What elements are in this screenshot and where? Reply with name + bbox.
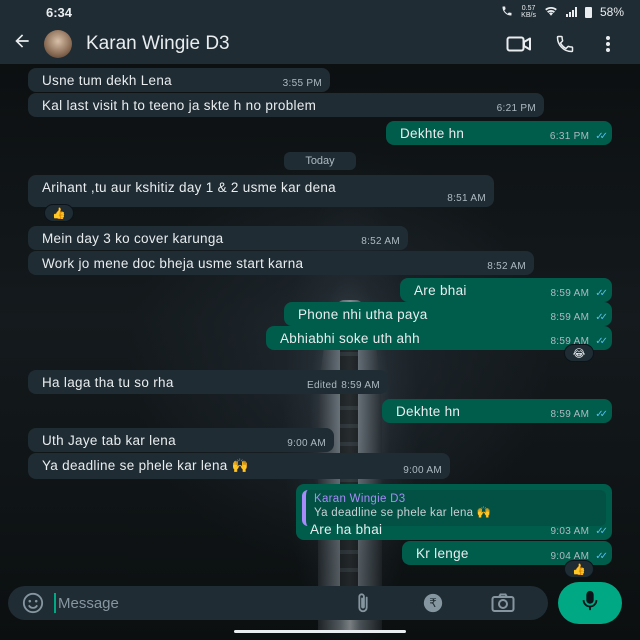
day-separator: Today xyxy=(284,152,356,170)
message-time: 8:59 AM xyxy=(550,288,590,299)
back-arrow-icon[interactable] xyxy=(12,31,42,57)
message-meta: 9:00 AM xyxy=(403,465,442,476)
status-bar: 6:34 0.57 KB/s 58% xyxy=(0,0,640,24)
message-incoming[interactable]: Ha laga tha tu so rha Edited 8:59 AM xyxy=(28,370,388,394)
message-incoming[interactable]: Uth Jaye tab kar lena 9:00 AM xyxy=(28,428,334,452)
net-speed-value: 0.57 xyxy=(521,5,536,12)
compose-bar: ₹ xyxy=(8,586,548,620)
wifi-icon xyxy=(544,5,558,19)
message-text: Are bhai xyxy=(414,283,467,298)
status-time: 6:34 xyxy=(46,4,73,20)
message-meta: 8:59 AM ✓✓ xyxy=(550,288,608,299)
read-ticks-icon: ✓✓ xyxy=(595,336,608,347)
message-meta: 8:52 AM xyxy=(361,236,400,247)
message-outgoing[interactable]: Dekhte hn 6:31 PM ✓✓ xyxy=(386,121,612,145)
message-text: Uth Jaye tab kar lena xyxy=(42,433,176,448)
phone-icon[interactable] xyxy=(542,34,588,54)
gesture-nav-bar[interactable] xyxy=(234,630,406,633)
mic-button[interactable] xyxy=(558,582,622,624)
message-list[interactable]: Usne tum dekh Lena 3:55 PM Kal last visi… xyxy=(0,64,640,584)
call-status-icon xyxy=(501,5,513,20)
net-speed-unit: KB/s xyxy=(521,12,536,19)
message-time: 8:52 AM xyxy=(487,261,526,272)
message-text: Phone nhi utha paya xyxy=(298,307,428,322)
message-time: 6:21 PM xyxy=(496,103,536,114)
message-meta: 8:51 AM xyxy=(447,193,486,204)
read-ticks-icon: ✓✓ xyxy=(595,551,608,562)
message-text: Ya deadline se phele kar lena 🙌 xyxy=(42,458,249,473)
message-time: 6:31 PM xyxy=(549,131,590,142)
quoted-message[interactable]: Karan Wingie D3 Ya deadline se phele kar… xyxy=(302,490,606,526)
message-outgoing[interactable]: Phone nhi utha paya 8:59 AM ✓✓ xyxy=(284,302,612,326)
reaction-badge[interactable]: 👍 xyxy=(44,204,74,222)
message-text: Work jo mene doc bheja usme start karna xyxy=(42,256,304,271)
message-text: Dekhte hn xyxy=(400,126,465,141)
message-incoming[interactable]: Arihant ,tu aur kshitiz day 1 & 2 usme k… xyxy=(28,175,494,207)
message-time: 9:00 AM xyxy=(287,438,326,449)
message-outgoing[interactable]: Are bhai 8:59 AM ✓✓ xyxy=(400,278,612,302)
message-outgoing[interactable]: Dekhte hn 8:59 AM ✓✓ xyxy=(382,399,612,423)
avatar[interactable] xyxy=(44,30,72,58)
message-text: Kr lenge xyxy=(416,546,469,561)
message-time: 8:52 AM xyxy=(361,236,400,247)
message-text: Mein day 3 ko cover karunga xyxy=(42,231,224,246)
message-text: Kal last visit h to teeno ja skte h no p… xyxy=(42,98,317,113)
message-outgoing[interactable]: Abhiabhi soke uth ahh 8:59 AM ✓✓ xyxy=(266,326,612,350)
edited-label: Edited xyxy=(307,380,338,391)
svg-text:₹: ₹ xyxy=(429,596,437,610)
message-meta: 9:03 AM ✓✓ xyxy=(550,526,608,537)
message-meta: 9:00 AM xyxy=(287,438,326,449)
message-meta: 6:21 PM xyxy=(497,103,536,114)
message-outgoing[interactable]: Karan Wingie D3 Ya deadline se phele kar… xyxy=(296,484,612,540)
attach-icon[interactable] xyxy=(328,592,398,614)
read-ticks-icon: ✓✓ xyxy=(595,409,608,420)
signal-icon xyxy=(565,7,577,17)
quoted-text: Ya deadline se phele kar lena 🙌 xyxy=(314,507,492,519)
message-meta: Edited 8:59 AM xyxy=(307,380,380,391)
message-incoming[interactable]: Mein day 3 ko cover karunga 8:52 AM xyxy=(28,226,408,250)
chat-header: Karan Wingie D3 xyxy=(0,24,640,64)
message-time: 8:59 AM xyxy=(550,409,590,420)
emoji-icon[interactable] xyxy=(18,588,48,618)
battery-level: 58% xyxy=(599,5,624,19)
message-meta: 8:59 AM ✓✓ xyxy=(550,409,608,420)
mic-icon xyxy=(581,590,599,617)
camera-icon[interactable] xyxy=(468,593,538,613)
message-time: 9:00 AM xyxy=(403,465,442,476)
message-time: 9:03 AM xyxy=(550,526,590,537)
read-ticks-icon: ✓✓ xyxy=(595,131,608,142)
battery-icon xyxy=(584,6,592,18)
message-text: Usne tum dekh Lena xyxy=(42,73,172,88)
read-ticks-icon: ✓✓ xyxy=(595,312,608,323)
message-meta: 8:52 AM xyxy=(487,261,526,272)
message-text: Arihant ,tu aur kshitiz day 1 & 2 usme k… xyxy=(42,180,336,195)
message-time: 8:59 AM xyxy=(341,380,380,391)
message-time: 8:59 AM xyxy=(550,312,590,323)
message-text: Dekhte hn xyxy=(396,404,461,419)
message-incoming[interactable]: Usne tum dekh Lena 3:55 PM xyxy=(28,68,330,92)
message-text: Are ha bhai xyxy=(310,522,383,537)
message-input[interactable] xyxy=(54,593,328,613)
more-options-icon[interactable] xyxy=(588,35,628,53)
message-text: Ha laga tha tu so rha xyxy=(42,375,174,390)
contact-name[interactable]: Karan Wingie D3 xyxy=(86,33,496,55)
message-incoming[interactable]: Kal last visit h to teeno ja skte h no p… xyxy=(28,93,544,117)
message-meta: 3:55 PM xyxy=(283,78,322,89)
message-meta: 8:59 AM ✓✓ xyxy=(550,312,608,323)
message-meta: 6:31 PM ✓✓ xyxy=(549,131,608,142)
message-incoming[interactable]: Work jo mene doc bheja usme start karna … xyxy=(28,251,534,275)
message-text: Abhiabhi soke uth ahh xyxy=(280,331,420,346)
read-ticks-icon: ✓✓ xyxy=(595,288,608,299)
reaction-badge[interactable]: 👍 xyxy=(564,560,594,578)
video-call-icon[interactable] xyxy=(496,35,542,53)
quoted-sender: Karan Wingie D3 xyxy=(314,493,406,505)
reaction-badge[interactable]: 😂 xyxy=(564,344,594,362)
read-ticks-icon: ✓✓ xyxy=(595,526,608,537)
status-icons: 0.57 KB/s 58% xyxy=(501,5,624,20)
message-time: 8:51 AM xyxy=(447,193,486,204)
message-time: 3:55 PM xyxy=(282,78,322,89)
rupee-icon[interactable]: ₹ xyxy=(398,592,468,614)
message-incoming[interactable]: Ya deadline se phele kar lena 🙌 9:00 AM xyxy=(28,453,450,479)
net-speed: 0.57 KB/s xyxy=(521,5,536,19)
